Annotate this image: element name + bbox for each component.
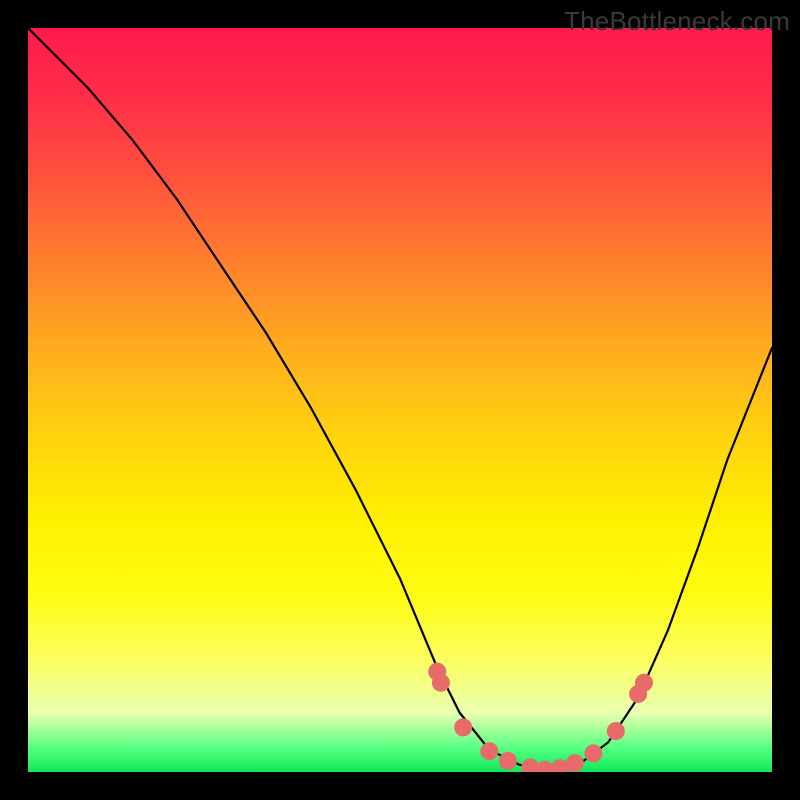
marker-dot: [432, 674, 450, 692]
marker-dot: [566, 754, 584, 772]
marker-dot: [480, 742, 498, 760]
plot-area: [28, 28, 772, 772]
marker-dot: [635, 674, 653, 692]
marker-dot: [584, 744, 602, 762]
marker-layer: [28, 28, 772, 772]
marker-dot: [454, 718, 472, 736]
marker-dot: [607, 722, 625, 740]
watermark-text: TheBottleneck.com: [564, 6, 790, 37]
marker-dot: [499, 752, 517, 770]
